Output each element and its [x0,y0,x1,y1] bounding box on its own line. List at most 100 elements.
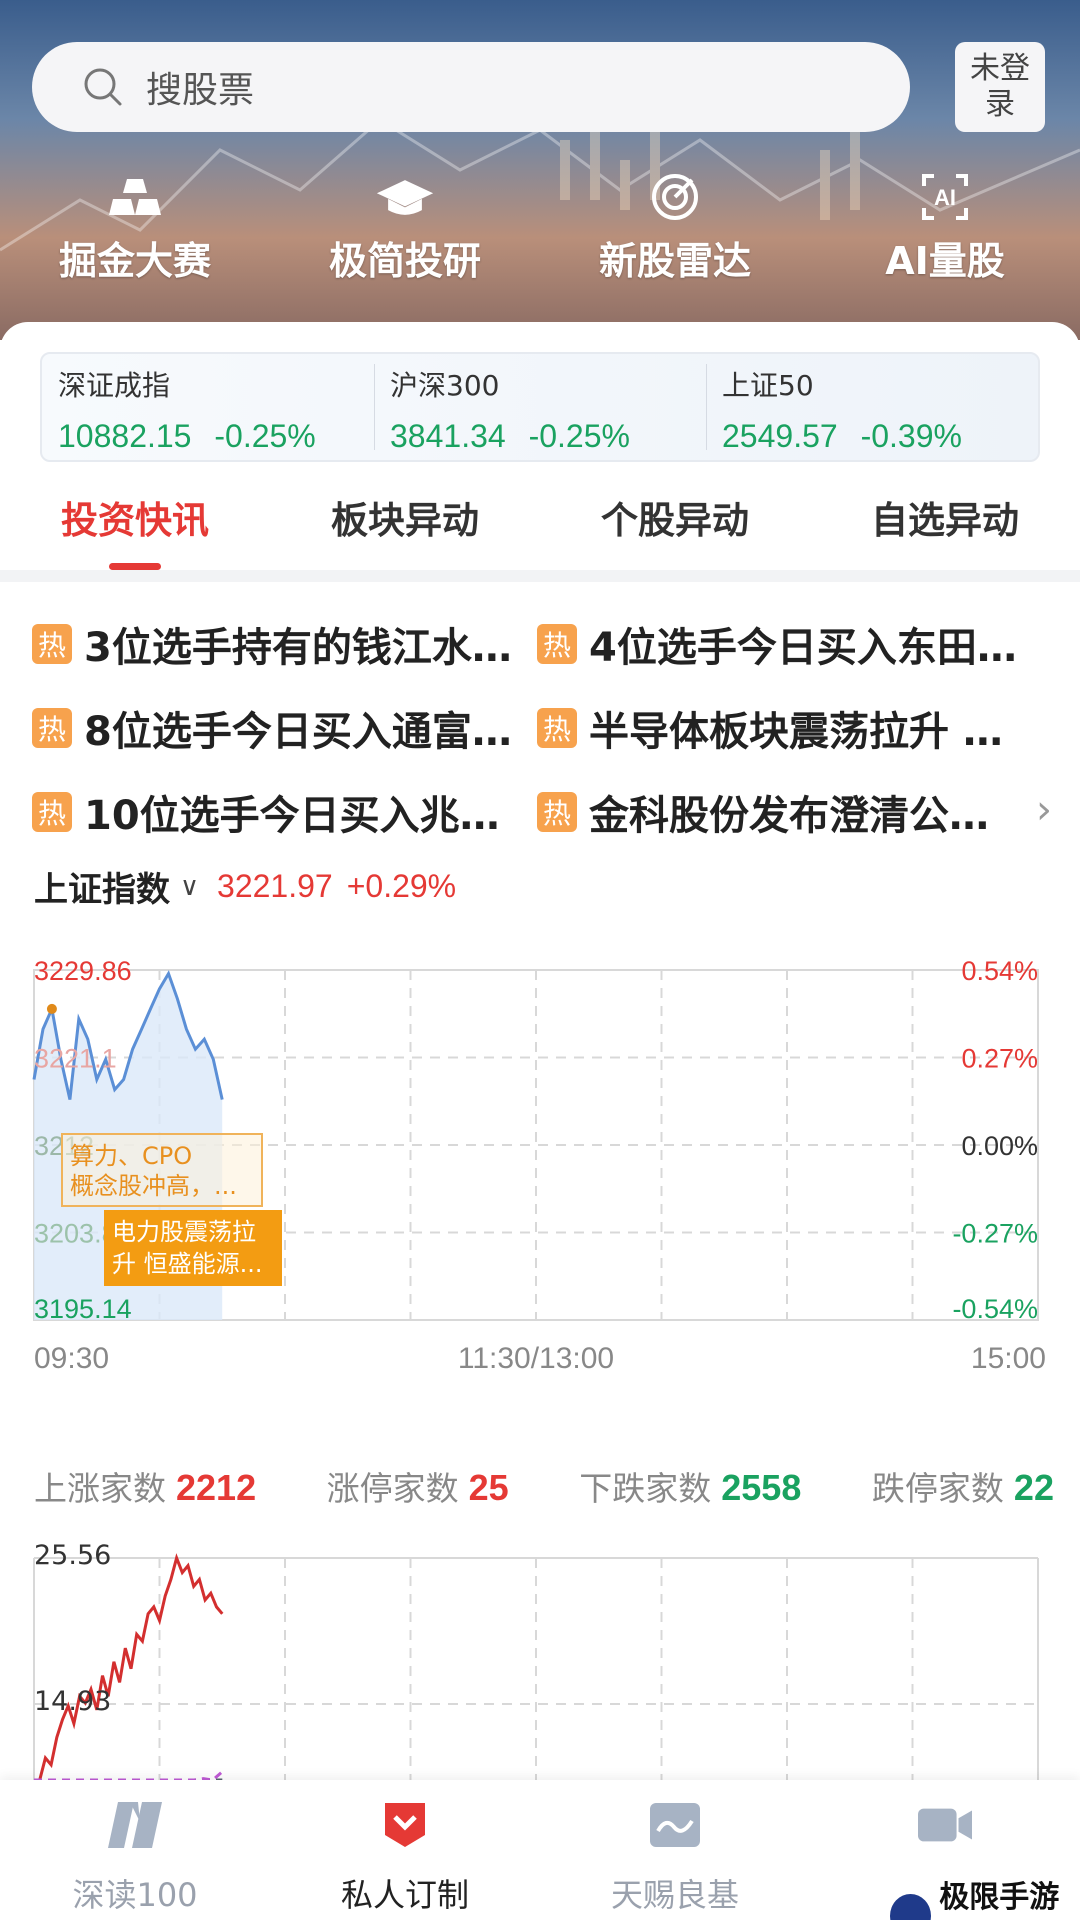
hot-news-item[interactable]: 热 3位选手持有的钱江水… [32,615,537,673]
y-tick-left: 3195.14 [34,1294,132,1324]
limit-up-count: 涨停家数 25 [327,1462,509,1510]
hot-news-grid: 热 3位选手持有的钱江水… 热 4位选手今日买入东田… 热 8位选手今日买入通富… [32,602,1052,854]
hot-badge: 热 [537,792,577,832]
feature-ipo-radar[interactable]: 新股雷达 [540,170,810,290]
chart-header[interactable]: 上证指数 ∨ 3221.97 +0.29% [34,862,456,911]
chart-grid [33,1557,1039,1780]
index-card-szcz[interactable]: 深证成指 10882.15 -0.25% [42,354,374,460]
hot-news-text: 10位选手今日买入兆… [84,793,500,839]
up-count-value: 2212 [176,1467,257,1508]
header-banner: 搜股票 未登录 掘金大赛 极简投研 新股雷达 AI AI量股 [0,0,1080,340]
annotation-line: 概念股冲高，... [70,1172,237,1200]
up-count: 上涨家数 2212 [34,1462,256,1510]
hot-news-text: 8位选手今日买入通富… [84,709,512,755]
hot-badge: 热 [537,624,577,664]
content-sheet: 深证成指 10882.15 -0.25% 沪深300 3841.34 -0.25… [0,322,1080,1780]
annotation-power-stocks[interactable]: 电力股震荡拉 升 恒盛能源... [104,1210,282,1286]
tab-watchlist-moves[interactable]: 自选异动 [810,480,1080,570]
feature-shortcuts: 掘金大赛 极简投研 新股雷达 AI AI量股 [0,170,1080,290]
annotation-line: 算力、CPO [70,1142,192,1170]
x-axis: 09:30 11:30/13:00 15:00 [34,1342,1046,1375]
limit-down-value: 22 [1013,1467,1054,1508]
nav-label: 深读100 [72,1876,198,1914]
hot-news-text: 金科股份发布澄清公… [589,793,989,839]
index-name: 上证50 [722,369,814,402]
hot-badge: 热 [32,792,72,832]
y-tick-left: 3229.86 [34,956,132,986]
y-tick-right: 0.27% [961,1044,1038,1074]
feature-research[interactable]: 极简投研 [270,170,540,290]
custom-heart-icon [378,1798,432,1852]
search-input[interactable]: 搜股票 [32,42,910,132]
x-tick: 09:30 [34,1342,109,1375]
event-dot [46,1003,57,1014]
hot-badge: 热 [537,708,577,748]
up-count-label: 上涨家数 [34,1469,166,1508]
graduation-cap-icon [375,170,435,224]
watermark-text: 极限手游网 [939,1880,1060,1915]
index-value: 3841.34 [390,418,506,454]
index-change: -0.25% [528,418,630,454]
video-icon [918,1798,972,1852]
chevron-right-icon[interactable]: › [1036,787,1052,833]
y-tick-right: -0.27% [952,1219,1038,1249]
nav-custom[interactable]: 私人订制 [270,1780,540,1920]
hot-news-text: 半导体板块震荡拉升 … [589,709,1003,755]
deep-read-icon [108,1798,162,1852]
hot-news-text: 3位选手持有的钱江水… [84,625,512,671]
radar-icon [645,170,705,224]
x-tick: 11:30/13:00 [458,1342,614,1375]
limit-down-label: 跌停家数 [871,1469,1004,1508]
feature-ai-stock[interactable]: AI AI量股 [810,170,1080,290]
limit-up-value: 25 [468,1467,509,1508]
hot-news-item[interactable]: 热 金科股份发布澄清公… [537,783,1042,841]
feature-label: AI量股 [885,239,1005,283]
chart-price: 3221.97 [217,868,333,904]
nav-deep-read[interactable]: 深读100 [0,1780,270,1920]
watermark: 极限手游网 [890,1872,1080,1920]
index-card-sz50[interactable]: 上证50 2549.57 -0.39% [706,354,1038,460]
hot-news-item[interactable]: 热 4位选手今日买入东田… [537,615,1042,673]
annotation-compute-cpo[interactable]: 算力、CPO 概念股冲高，... [61,1133,263,1207]
hot-news-item[interactable]: 热 10位选手今日买入兆… [32,783,537,841]
breadth-chart[interactable]: 25.56 14.93 [0,1514,1080,1780]
fund-chart-icon [648,1798,702,1852]
ai-frame-icon: AI [915,170,975,224]
nav-label: 天赐良基 [610,1876,739,1914]
tab-sector-moves[interactable]: 板块异动 [270,480,540,570]
index-name: 深证成指 [58,369,171,402]
login-button[interactable]: 未登录 [955,42,1045,132]
hot-news-text: 4位选手今日买入东田… [589,625,1017,671]
index-card-hs300[interactable]: 沪深300 3841.34 -0.25% [374,354,706,460]
tab-investment-news[interactable]: 投资快讯 [0,480,270,570]
index-value: 2549.57 [722,418,838,454]
market-breadth: 上涨家数 2212 涨停家数 25 下跌家数 2558 跌停家数 22 [34,1462,1054,1510]
y-tick-right: 0.54% [961,956,1038,986]
hot-news-item[interactable]: 热 8位选手今日买入通富… [32,699,537,757]
feature-label: 新股雷达 [598,239,751,283]
x-tick: 15:00 [971,1342,1046,1375]
index-strip: 深证成指 10882.15 -0.25% 沪深300 3841.34 -0.25… [40,352,1040,462]
hot-news-item[interactable]: 热 半导体板块震荡拉升 … [537,699,1042,757]
limit-up-label: 涨停家数 [326,1469,459,1508]
y-tick-right: 0.00% [961,1131,1038,1161]
y-tick-right: -0.54% [952,1294,1038,1324]
nav-label: 私人订制 [340,1876,469,1914]
annotation-line: 升 恒盛能源... [112,1250,263,1278]
tab-stock-moves[interactable]: 个股异动 [540,480,810,570]
feature-label: 极简投研 [328,239,481,283]
index-value: 10882.15 [58,418,192,454]
index-intraday-chart[interactable]: 3229.863221.132123203.823195.14 0.54%0.2… [0,922,1080,1382]
divider [0,570,1080,582]
y-label-top: 25.56 [34,1540,111,1571]
down-count-label: 下跌家数 [579,1469,712,1508]
down-count-value: 2558 [721,1467,802,1508]
feature-label: 掘金大赛 [58,239,211,283]
y-axis-right: 0.54% 0.27% 0.00% -0.27% -0.54% [952,956,1038,1324]
down-count: 下跌家数 2558 [579,1462,801,1510]
limit-down-count: 跌停家数 22 [872,1462,1054,1510]
y-label-mid: 14.93 [34,1686,111,1717]
hot-badge: 热 [32,624,72,664]
nav-fund[interactable]: 天赐良基 [540,1780,810,1920]
feature-juejin-contest[interactable]: 掘金大赛 [0,170,270,290]
